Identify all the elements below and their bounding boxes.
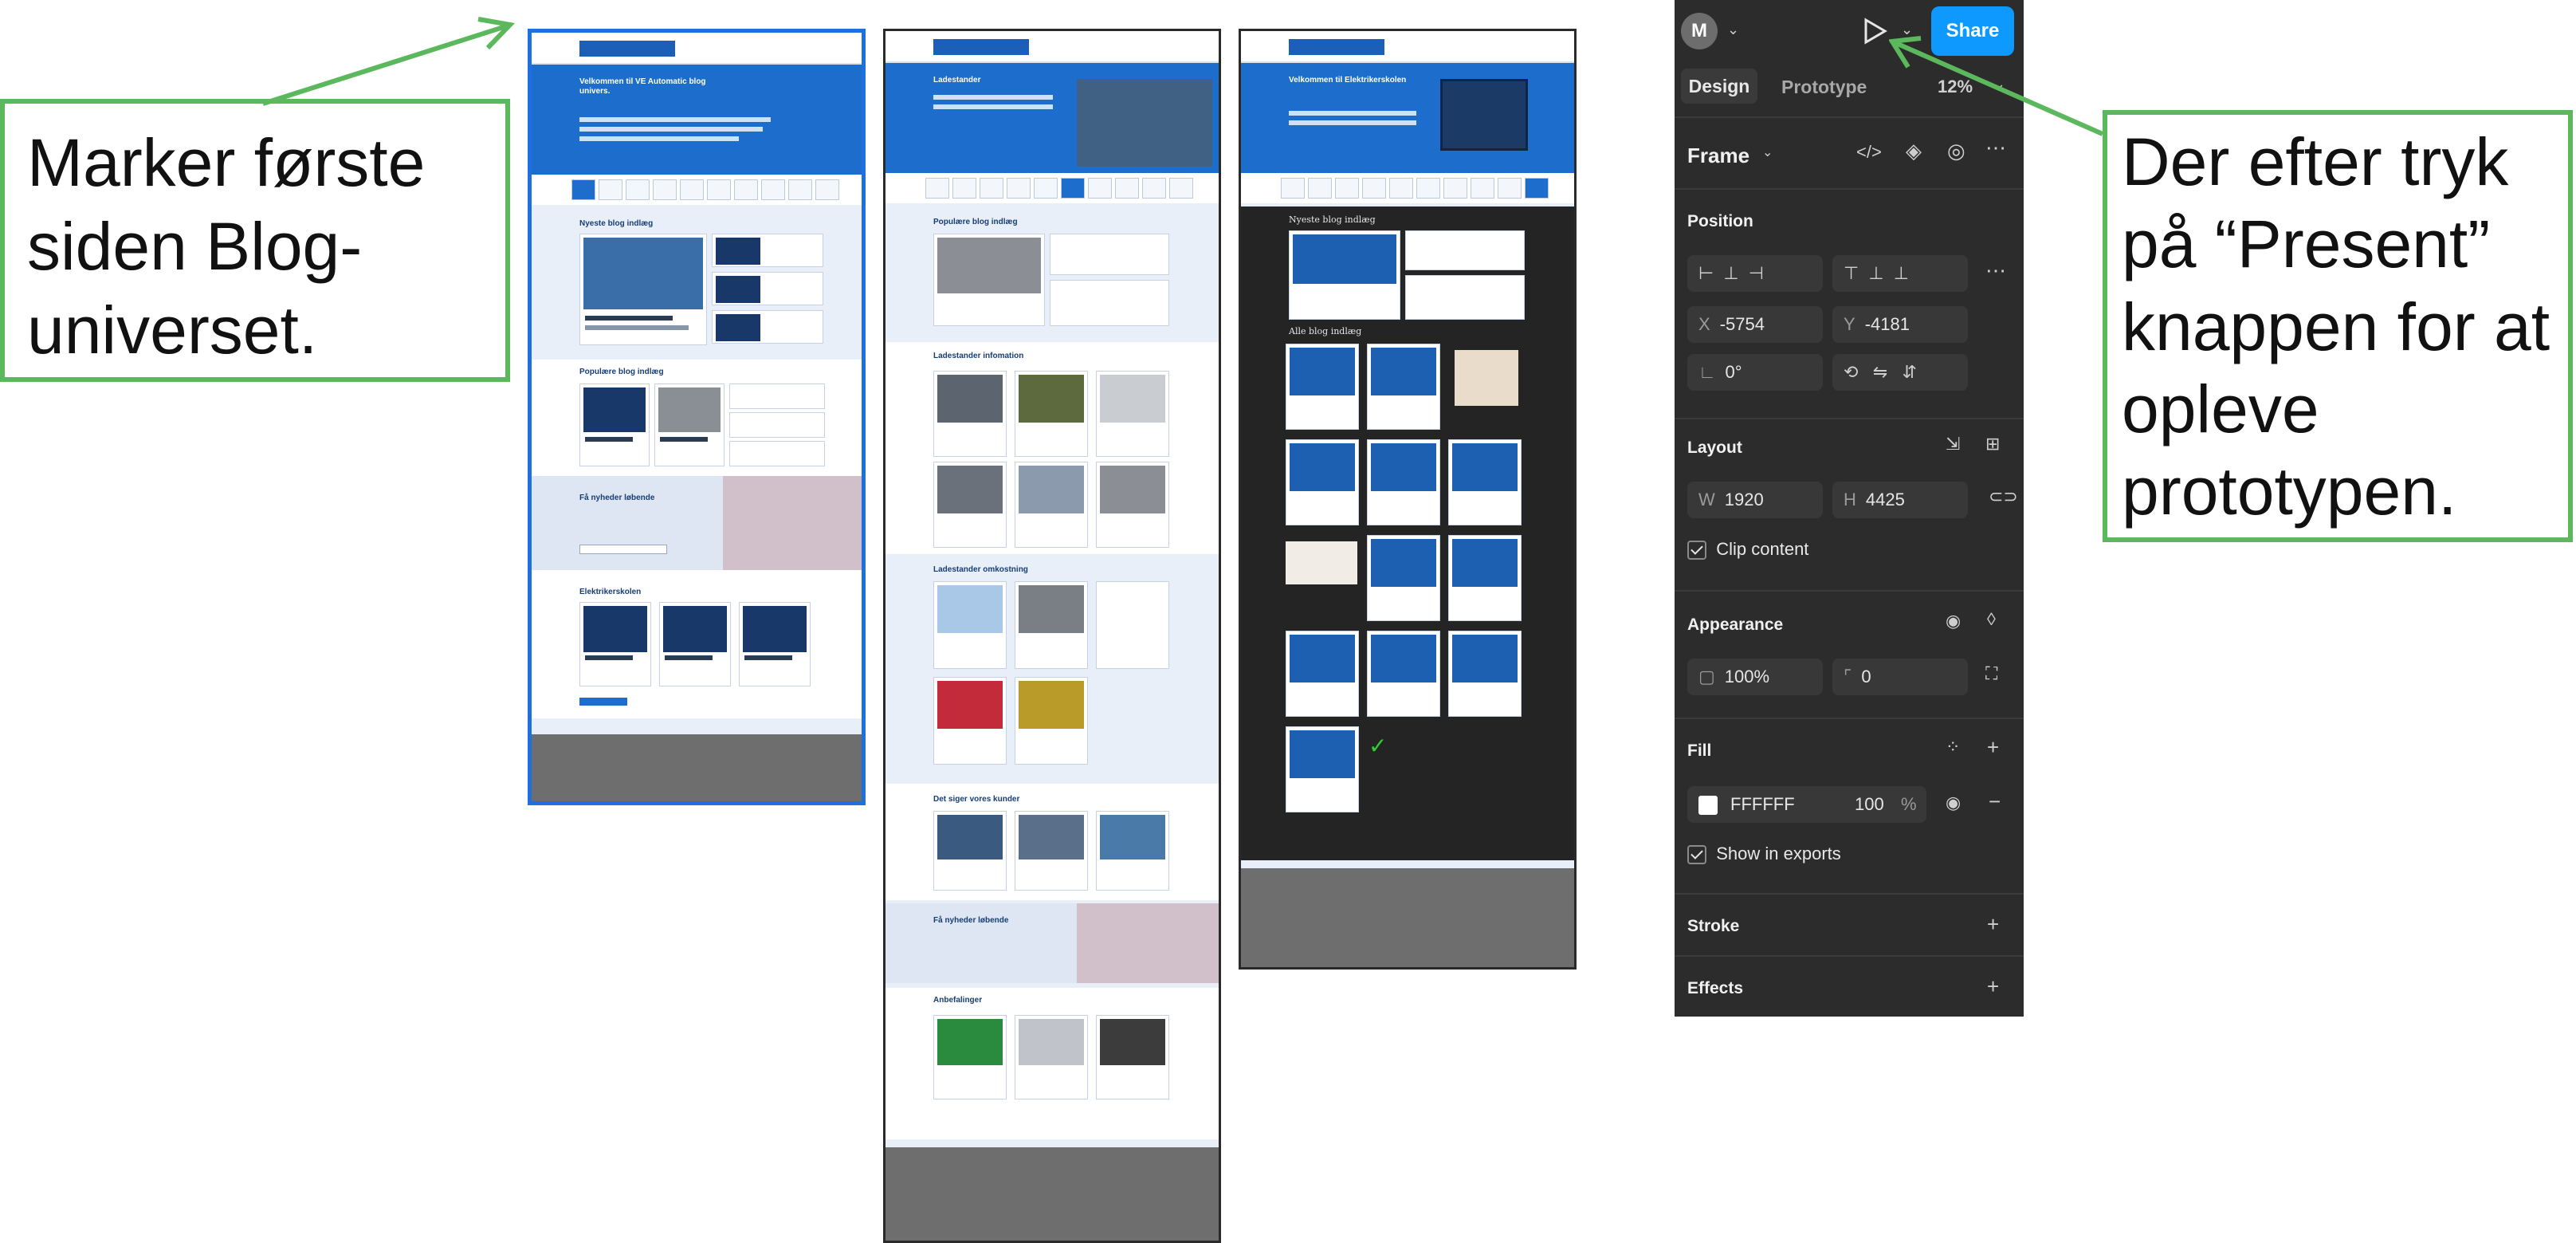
present-play-icon[interactable] [1863, 18, 1888, 45]
hero-banner: Velkommen til VE Automatic blog univers. [532, 65, 862, 184]
section-title: Nyeste blog indlæg [579, 219, 654, 228]
chevron-down-icon[interactable]: ⌄ [1727, 22, 1739, 37]
canvas: Marker første siden Blog-universet. Velk… [0, 0, 2576, 1243]
more-icon[interactable]: ⋯ [1985, 260, 2006, 281]
show-in-exports-checkbox[interactable]: Show in exports [1687, 844, 1841, 865]
frame-ladestander[interactable]: Ladestander Populære blog indlæg Ladesta… [883, 29, 1221, 1243]
site-header [532, 33, 862, 65]
instruction-callout-right: Der efter tryk på “Present” knappen for … [2103, 110, 2573, 542]
eye-icon[interactable]: ◉ [1946, 612, 1961, 630]
section-title: Elektrikerskolen [579, 588, 642, 596]
effects-title: Effects [1687, 979, 1744, 997]
blend-drop-icon[interactable]: ◊ [1987, 611, 1996, 628]
clip-content-label: Clip content [1716, 539, 1809, 559]
section-title: Ladestander infomation [933, 352, 1024, 360]
arrow-right [1889, 36, 2104, 136]
callout-right-text: Der efter tryk på “Present” knappen for … [2122, 124, 2550, 529]
hero-title: Velkommen til VE Automatic blog univers. [579, 77, 706, 96]
frame-blog-universe[interactable]: Velkommen til VE Automatic blog univers.… [528, 29, 866, 805]
expand-corners-icon[interactable]: ⛶ [1985, 665, 1997, 682]
eye-icon[interactable]: ◉ [1946, 794, 1961, 812]
stroke-title: Stroke [1687, 917, 1740, 935]
section-title: Nyeste blog indlæg [1289, 214, 1376, 225]
code-icon[interactable]: </> [1856, 144, 1882, 161]
site-footer [532, 734, 862, 801]
arrow-left [262, 17, 516, 106]
opacity-field[interactable]: ▢ 100% [1687, 659, 1823, 695]
tab-prototype[interactable]: Prototype [1781, 77, 1867, 98]
section-title: Alle blog indlæg [1289, 326, 1362, 336]
avatar[interactable]: M [1681, 13, 1718, 49]
minus-icon[interactable]: − [1989, 791, 2001, 812]
tab-design-label: Design [1688, 76, 1750, 96]
position-title: Position [1687, 212, 1753, 230]
hero-title: Velkommen til Elektrikerskolen [1289, 76, 1407, 85]
section-title: Populære blog indlæg [933, 218, 1018, 226]
instruction-callout-left: Marker første siden Blog-universet. [0, 99, 510, 382]
tab-design[interactable]: Design [1681, 69, 1757, 104]
component-icon[interactable]: ◈ [1906, 140, 1922, 161]
constrain-proportions-icon[interactable]: ⊂⊃ [1989, 488, 2018, 505]
rotation-field[interactable]: ∟ 0° [1687, 354, 1823, 391]
layout-title: Layout [1687, 439, 1742, 457]
design-panel: M ⌄ ⌄ Share Design Prototype 12% ⌄ Frame… [1675, 0, 2024, 1017]
fill-color-field[interactable]: FFFFFF 100% [1687, 786, 1926, 823]
collapse-icon[interactable]: ⇲ [1946, 435, 1960, 453]
mask-icon[interactable]: ◎ [1947, 140, 1965, 161]
category-bar[interactable] [532, 175, 862, 205]
plus-icon[interactable]: + [1987, 976, 1999, 997]
callout-left-text: Marker første siden Blog-universet. [27, 125, 426, 368]
x-field[interactable]: X -5754 [1687, 306, 1823, 343]
section-title: Anbefalinger [933, 996, 983, 1005]
align-top-group[interactable]: ⊤ ⊥ ⊥ [1832, 255, 1968, 292]
fill-title: Fill [1687, 741, 1712, 760]
frame-elektrikerskolen[interactable]: Velkommen til Elektrikerskolen Nyeste bl… [1239, 29, 1577, 970]
site-logo [579, 41, 675, 57]
appearance-title: Appearance [1687, 616, 1784, 634]
plus-icon[interactable]: + [1987, 737, 1999, 757]
hero-title: Ladestander [933, 76, 981, 85]
height-field[interactable]: H 4425 [1832, 482, 1968, 518]
styles-grid-icon[interactable]: ⁘ [1946, 738, 1960, 756]
plus-icon[interactable]: + [1987, 914, 1999, 934]
avatar-letter: M [1691, 20, 1707, 41]
auto-layout-icon[interactable]: ⊞ [1985, 435, 2000, 453]
flip-group[interactable]: ⟲ ⇋ ⇵ [1832, 354, 1968, 391]
section-title: Ladestander omkostning [933, 565, 1028, 574]
more-icon[interactable]: ⋯ [1985, 137, 2006, 158]
width-field[interactable]: W 1920 [1687, 482, 1823, 518]
section-title: Det siger vores kunder [933, 795, 1020, 804]
y-field[interactable]: Y -4181 [1832, 306, 1968, 343]
chevron-down-icon[interactable]: ⌄ [1762, 147, 1773, 159]
align-left-group[interactable]: ⊢ ⊥ ⊣ [1687, 255, 1823, 292]
show-in-exports-label: Show in exports [1716, 844, 1841, 863]
clip-content-checkbox[interactable]: Clip content [1687, 539, 1809, 561]
frame-type-label[interactable]: Frame [1687, 144, 1749, 168]
section-title: Få nyheder løbende [579, 494, 655, 502]
corner-radius-field[interactable]: ⌜ 0 [1832, 659, 1968, 695]
section-title: Populære blog indlæg [579, 368, 664, 376]
section-title: Få nyheder løbende [933, 916, 1009, 925]
